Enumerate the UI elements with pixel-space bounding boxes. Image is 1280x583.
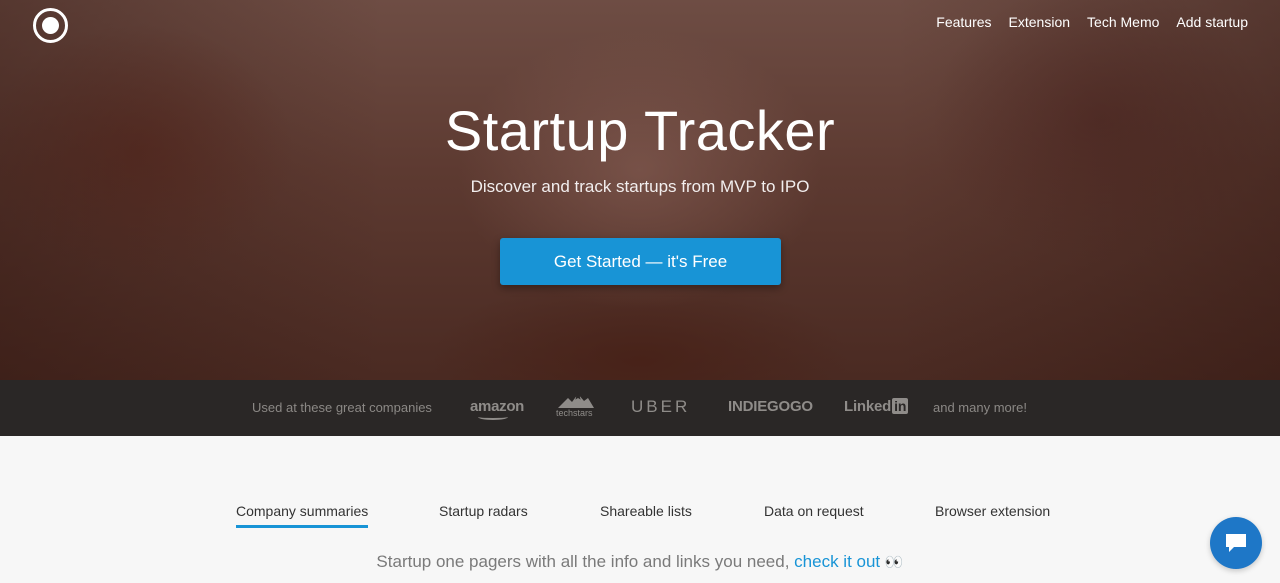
feature-tabs: Company summaries Startup radars Shareab…: [0, 503, 1280, 528]
features-section: Company summaries Startup radars Shareab…: [0, 436, 1280, 583]
tab-company-summaries[interactable]: Company summaries: [236, 503, 369, 528]
amazon-logo-text: amazon: [470, 398, 525, 415]
tab-shareable-lists[interactable]: Shareable lists: [600, 503, 692, 519]
logo-ring-icon[interactable]: [33, 8, 68, 43]
check-it-out-link[interactable]: check it out: [794, 552, 880, 571]
nav-link-features[interactable]: Features: [936, 14, 991, 31]
logos-outro-text: and many more!: [933, 400, 1027, 415]
hero-subtitle: Discover and track startups from MVP to …: [470, 177, 810, 196]
nav-link-tech-memo[interactable]: Tech Memo: [1087, 14, 1159, 31]
tab-browser-extension[interactable]: Browser extension: [935, 503, 1050, 519]
customer-logos-bar: Used at these great companies amazon tec…: [0, 380, 1280, 436]
linkedin-logo: Linked in: [844, 398, 909, 415]
linkedin-logo-text: Linked: [844, 398, 892, 415]
feature-description-text: Startup one pagers with all the info and…: [376, 552, 790, 571]
logos-intro-text: Used at these great companies: [252, 400, 432, 415]
eyes-emoji: 👀: [884, 554, 904, 571]
get-started-button[interactable]: Get Started — it's Free: [500, 238, 781, 285]
linkedin-in-badge: in: [892, 398, 909, 414]
tab-data-on-request[interactable]: Data on request: [764, 503, 864, 519]
techstars-logo: techstars: [556, 392, 596, 424]
tab-startup-radars[interactable]: Startup radars: [439, 503, 528, 519]
indiegogo-logo: INDIEGOGO: [728, 398, 813, 415]
feature-description: Startup one pagers with all the info and…: [0, 552, 1280, 572]
techstars-logo-text: techstars: [556, 408, 593, 418]
hero-section: Features Extension Tech Memo Add startup…: [0, 0, 1280, 380]
top-navigation: Features Extension Tech Memo Add startup: [936, 14, 1248, 31]
nav-link-extension[interactable]: Extension: [1009, 14, 1070, 31]
techstars-mountain-icon: [558, 392, 594, 408]
chat-button[interactable]: [1210, 517, 1262, 569]
uber-logo: UBER: [631, 397, 691, 416]
amazon-logo: amazon: [470, 398, 525, 420]
hero-title: Startup Tracker: [444, 99, 836, 162]
nav-link-add-startup[interactable]: Add startup: [1176, 14, 1248, 31]
chat-icon: [1226, 534, 1246, 552]
